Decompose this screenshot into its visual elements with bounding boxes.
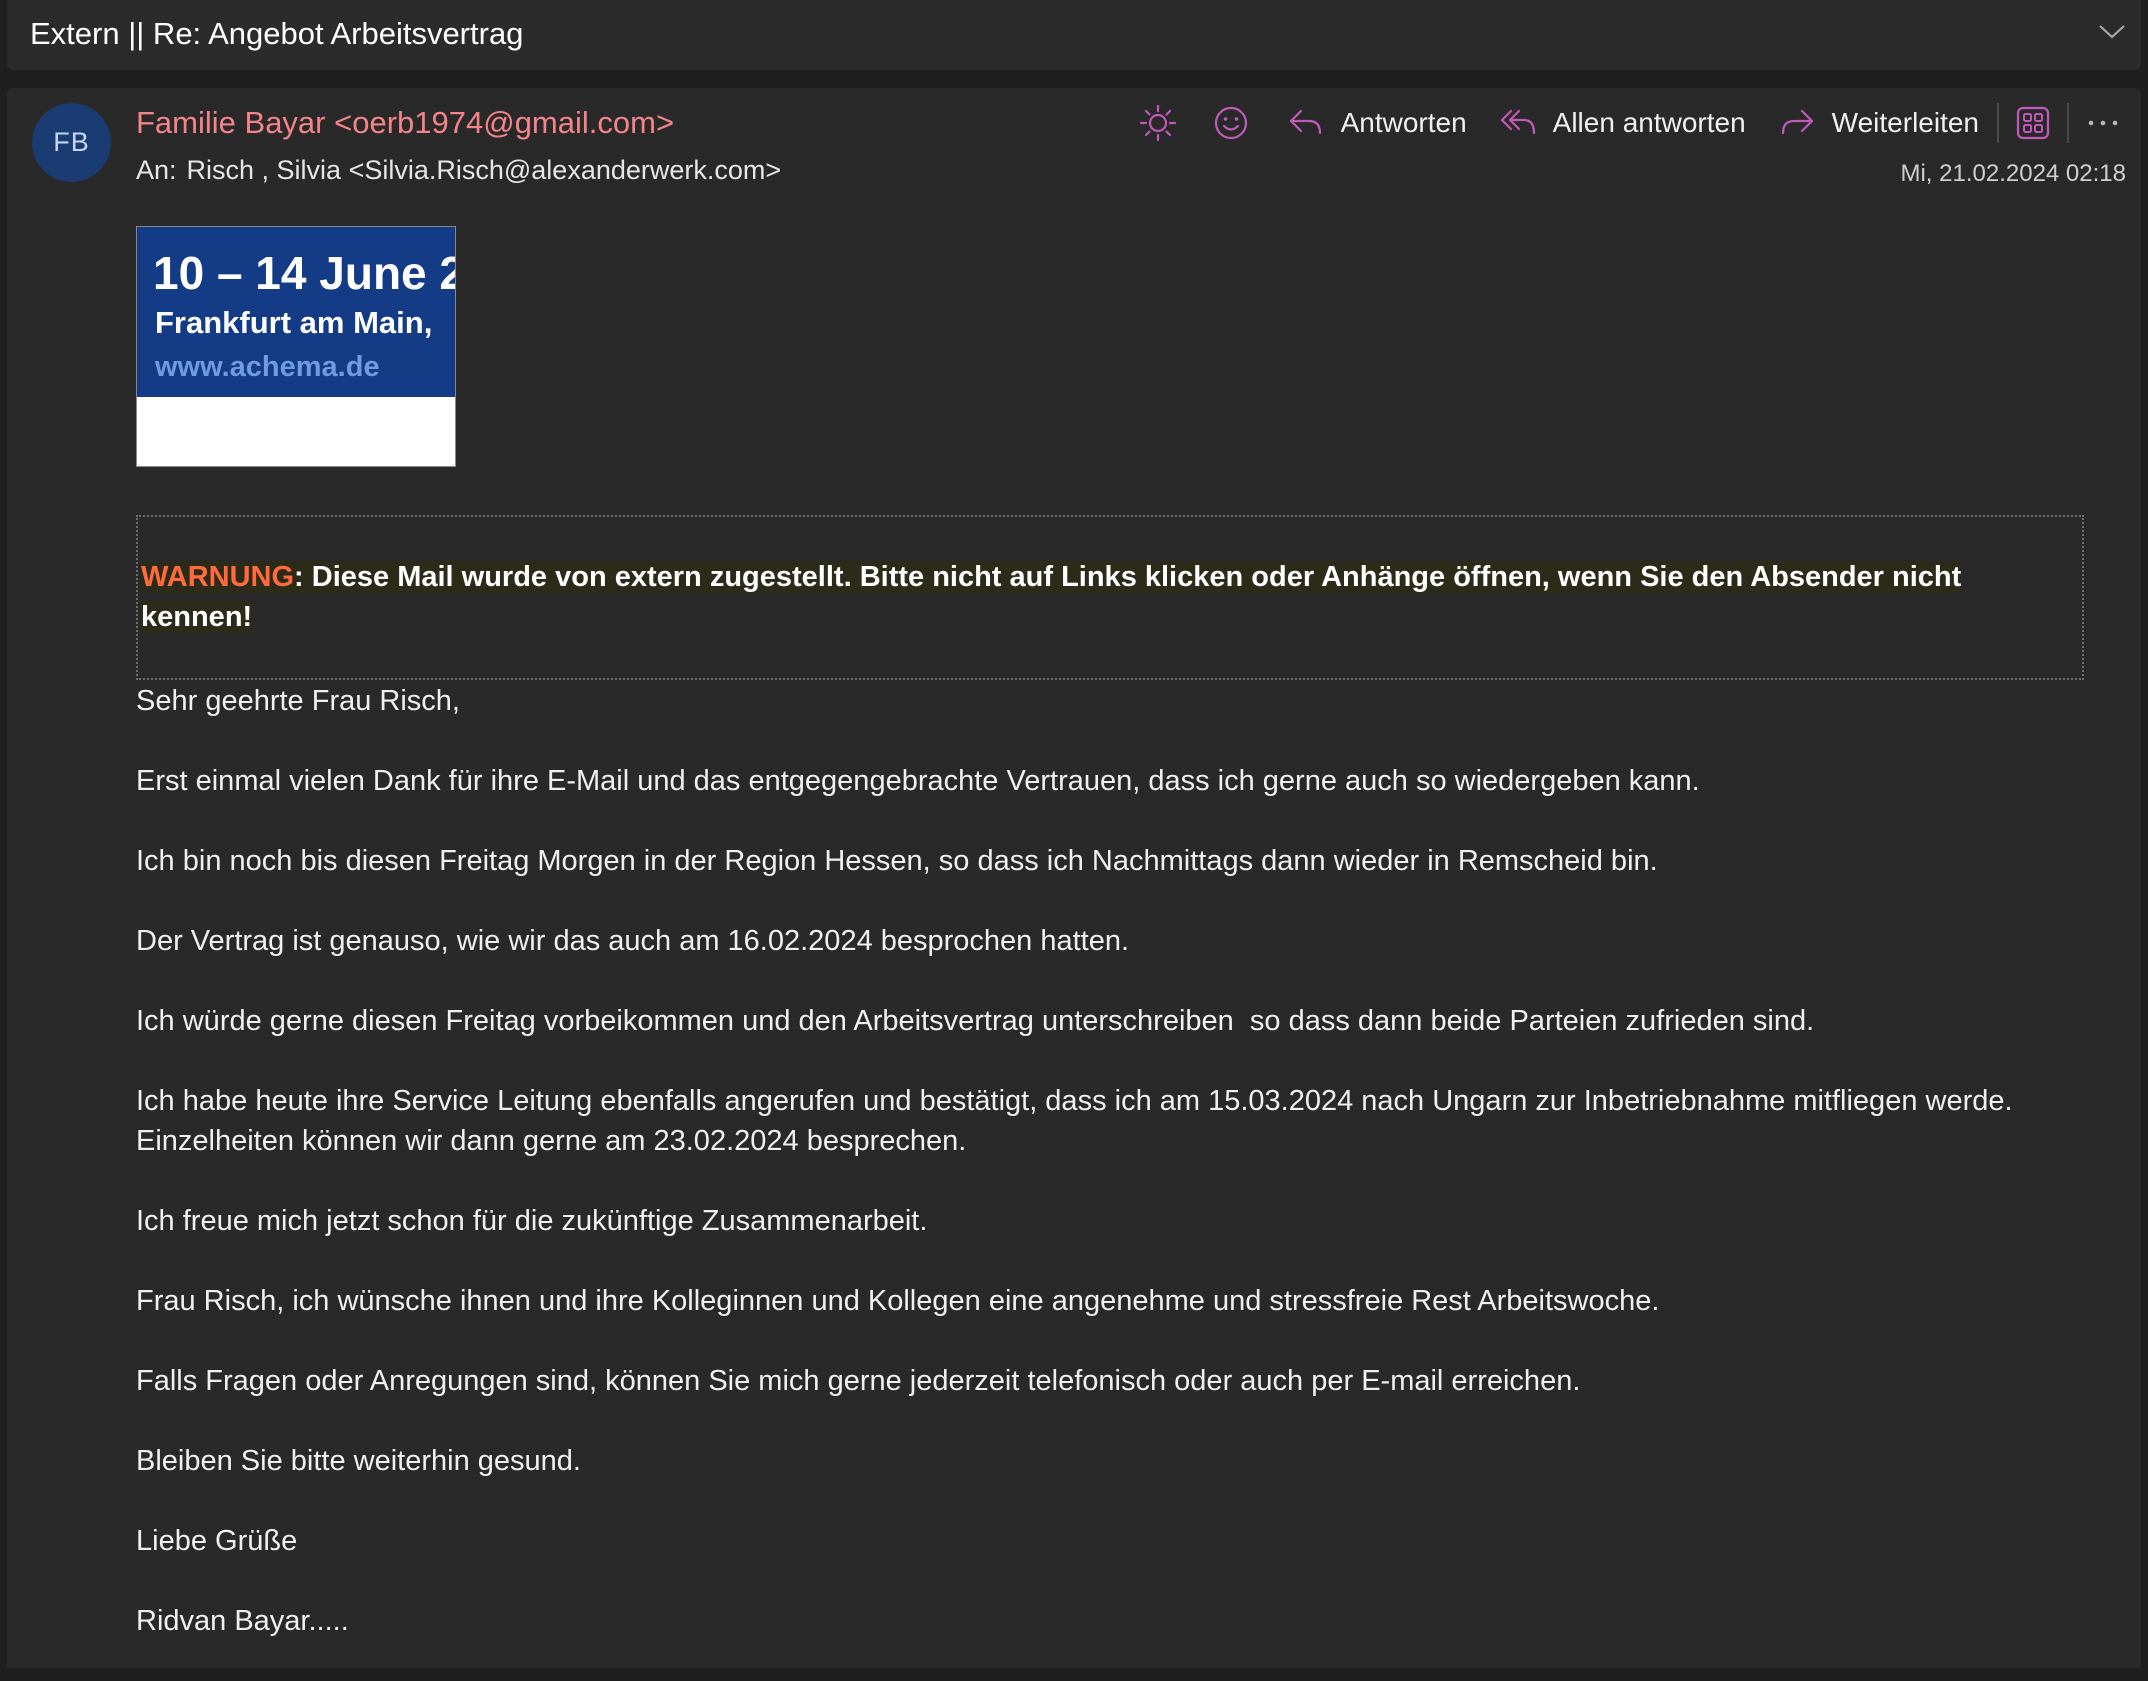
brightness-icon[interactable] [1134,99,1182,147]
banner-blue-area: 10 – 14 June 2 Frankfurt am Main, www.ac… [137,227,455,397]
banner-city-text: Frankfurt am Main, [155,305,433,340]
reply-label: Antworten [1340,107,1467,138]
recipient-line: An: Risch , Silvia <Silvia.Risch@alexande… [136,153,781,187]
message-body: Sehr geehrte Frau Risch, Erst einmal vie… [136,681,2116,1681]
apps-icon[interactable] [2009,99,2057,147]
forward-label: Weiterleiten [1831,107,1979,138]
recipient-value[interactable]: Risch , Silvia <Silvia.Risch@alexanderwe… [187,155,782,185]
body-paragraph: Liebe Grüße [136,1525,298,1557]
message-toolbar: Antworten Allen antworten Weiterleiten [1134,98,2127,148]
body-paragraph: Sehr geehrte Frau Risch, [136,685,460,717]
forward-button[interactable]: Weiterleiten [1778,99,1979,147]
body-paragraph: Erst einmal vielen Dank für ihre E-Mail … [136,765,1700,797]
recipient-label: An: [136,155,177,185]
message-date: Mi, 21.02.2024 02:18 [1900,160,2126,187]
signature: Ridvan Bayar..... [136,1605,349,1637]
reply-icon [1289,109,1321,135]
body-paragraph: Ich würde gerne diesen Freitag vorbeikom… [136,1005,1815,1037]
reply-all-button[interactable]: Allen antworten [1499,99,1746,147]
avatar[interactable]: FB [32,103,111,182]
chevron-down-icon[interactable] [2095,16,2129,46]
sender-name[interactable]: Familie Bayar <oerb1974@gmail.com> [136,103,674,143]
body-paragraph: Der Vertrag ist genauso, wie wir das auc… [136,925,1130,957]
more-icon[interactable] [2079,99,2127,147]
external-warning-text: WARNUNG: Diese Mail wurde von extern zug… [141,557,2061,637]
warning-keyword: WARNUNG [141,561,295,593]
warning-message: : Diese Mail wurde von extern zugestellt… [141,561,1962,633]
toolbar-divider [2067,103,2069,143]
body-paragraph: Frau Risch, ich wünsche ihnen und ihre K… [136,1285,1660,1317]
body-paragraph: Ich bin noch bis diesen Freitag Morgen i… [136,845,1658,877]
body-paragraph: Bleiben Sie bitte weiterhin gesund. [136,1445,581,1477]
body-paragraph: Ich habe heute ihre Service Leitung eben… [136,1085,2013,1157]
external-warning-box: WARNUNG: Diese Mail wurde von extern zug… [136,515,2084,680]
reply-button[interactable]: Antworten [1287,99,1467,147]
forward-icon [1781,109,1813,135]
achema-banner-image: 10 – 14 June 2 Frankfurt am Main, www.ac… [136,226,456,467]
body-paragraph: Ich freue mich jetzt schon für die zukün… [136,1205,928,1237]
banner-date-text: 10 – 14 June 2 [153,247,456,299]
subject-title: Extern || Re: Angebot Arbeitsvertrag [30,16,524,51]
reply-all-icon [1500,109,1535,135]
toolbar-divider [1997,103,1999,143]
body-paragraph: Falls Fragen oder Anregungen sind, könne… [136,1365,1581,1397]
reply-all-label: Allen antworten [1552,107,1746,138]
banner-url-text: www.achema.de [155,351,380,383]
message-panel: FB Familie Bayar <oerb1974@gmail.com> An… [7,88,2141,1668]
emoji-icon[interactable] [1207,99,1255,147]
subject-bar: Extern || Re: Angebot Arbeitsvertrag [7,0,2141,70]
